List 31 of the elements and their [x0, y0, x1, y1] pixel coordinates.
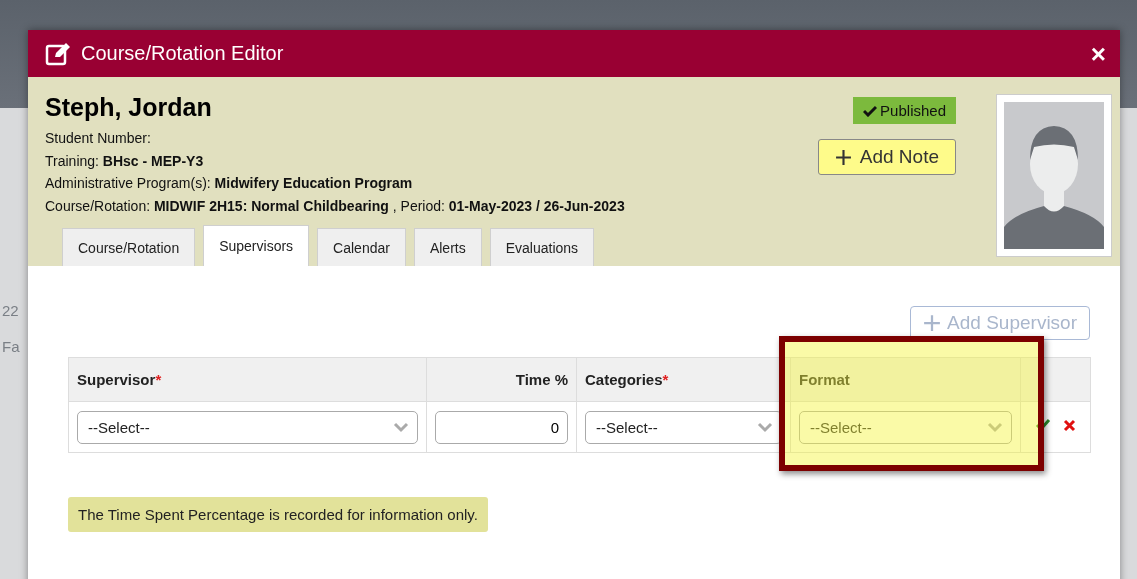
add-note-button[interactable]: Add Note: [817, 139, 956, 175]
student-name: Steph, Jordan: [45, 93, 213, 122]
student-info-line: Student Number:: [45, 130, 152, 148]
tab[interactable]: Supervisors: [203, 225, 310, 266]
close-button[interactable]: ×: [1090, 40, 1106, 67]
column-header: Time %: [426, 357, 577, 402]
select-dropdown[interactable]: --Select--: [799, 410, 1012, 444]
plus-icon: [923, 314, 942, 332]
published-badge: Published: [853, 97, 956, 124]
student-info-line: Training: BHsc - MEP-Y3: [45, 152, 205, 171]
info-note: The Time Spent Percentage is recorded for information only.: [68, 497, 488, 532]
background-text: Fa: [2, 338, 20, 355]
dialog-title: Course/Rotation Editor: [81, 42, 285, 65]
chevron-down-icon: [393, 421, 409, 433]
tab[interactable]: Evaluations: [489, 228, 595, 266]
column-header: Supervisor*: [68, 357, 427, 402]
select-dropdown[interactable]: --Select--: [77, 410, 418, 444]
delete-icon[interactable]: [1063, 419, 1076, 432]
column-header: Categories*: [576, 357, 791, 402]
chevron-down-icon: [757, 421, 773, 433]
tab[interactable]: Alerts: [413, 228, 482, 266]
select-dropdown[interactable]: --Select--: [585, 410, 782, 444]
background-text: 22: [2, 302, 19, 319]
plus-icon: [834, 148, 852, 166]
tab[interactable]: Calendar: [317, 228, 406, 266]
time-input[interactable]: 0: [435, 410, 568, 444]
student-info-line: Administrative Program(s): Midwifery Education Program: [45, 175, 414, 193]
tab[interactable]: Course/Rotation: [62, 228, 196, 266]
chevron-down-icon: [987, 421, 1003, 433]
student-info-line: Course/Rotation: MIDWIF 2H15: Normal Childbearing , Period: 01-May-2023 / 26-Jun-2023: [45, 197, 626, 216]
edit-icon: [45, 41, 71, 66]
